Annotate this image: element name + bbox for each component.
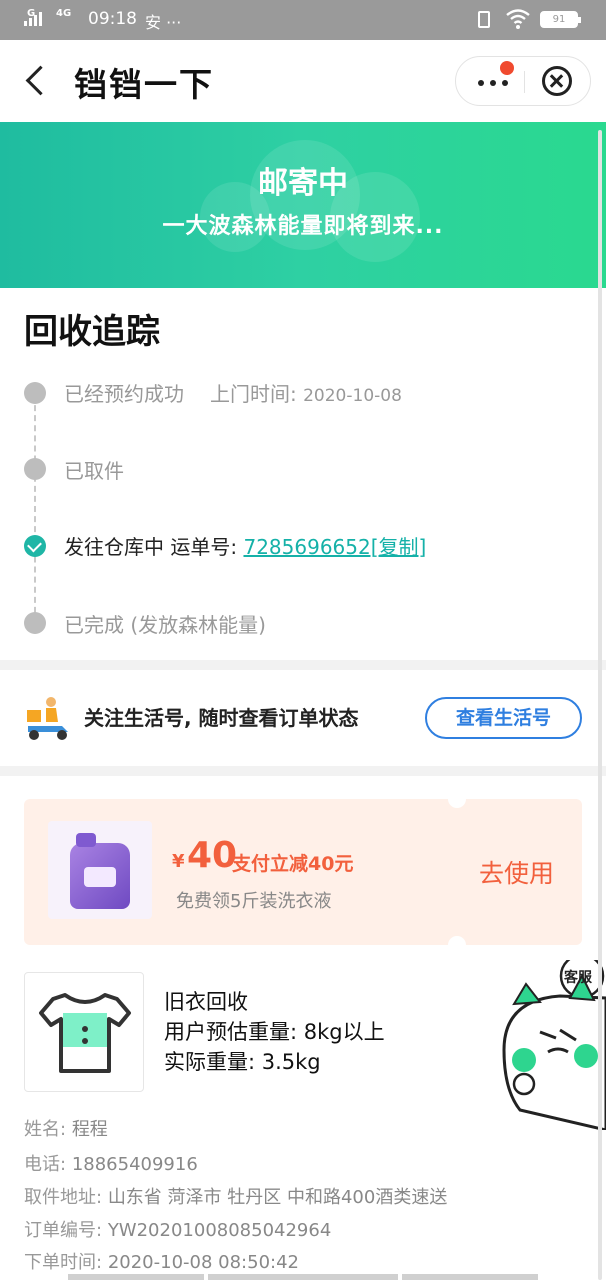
coupon-notch [448,936,466,954]
tracking-number-link[interactable]: 7285696652[复制] [243,535,426,559]
check-icon [24,535,46,557]
use-coupon-button[interactable]: 去使用 [479,854,554,890]
order-phone-label: 电话: [24,1154,67,1175]
timeline-dot [24,612,46,634]
order-address-label: 取件地址: [24,1187,103,1208]
pickup-time-value: 2020-10-08 [303,386,402,406]
detergent-bottle-icon [70,833,130,909]
timeline-step-booked: 已经预约成功 上门时间: 2020-10-08 [64,378,402,407]
follow-hint: 关注生活号, 随时查看订单状态 [84,706,359,730]
detergent-image [48,821,152,919]
coupon-card[interactable]: ¥ 40 支付立减40元 免费领5斤装洗衣液 去使用 [24,790,582,954]
order-number-row: 订单编号: YW2020100808504​2964 [24,1216,331,1242]
status-extra: 安 ··· [145,13,182,32]
status-banner: 邮寄中 一大波森林能量即将到来... [0,122,606,288]
order-number-label: 订单编号: [24,1220,103,1241]
order-time-label: 下单时间: [24,1252,103,1273]
pickup-time-label: 上门时间: [210,382,297,406]
coupon-amount: 40 [187,835,238,876]
status-bar: G 4G 09:18 安 ··· 91 [0,0,606,40]
coupon-notch [448,790,466,808]
customer-service-label: 客服 [564,970,592,986]
customer-service-button[interactable]: 客服 [500,953,606,1132]
order-number-value: YW2020100808504​2964 [107,1220,332,1241]
step-label: 发往仓库中 运单号: [64,535,238,559]
order-address-row: 取件地址: 山东省 菏泽市 牡丹区 中和路400酒类速送 [24,1183,447,1209]
order-name-label: 姓名: [24,1119,67,1140]
coupon-rule: 支付立减40元 [232,853,354,875]
menu-capsule [455,56,591,106]
wifi-icon [506,9,530,29]
coupon-currency: ¥ [172,851,185,872]
network-type-2: 4G [56,8,72,19]
timeline-step-picked: 已取件 [64,459,124,483]
tracking-title: 回收追踪 [24,312,160,352]
back-arrow-icon[interactable] [22,60,52,100]
order-time-row: 下单时间: 2020-10-08 08:50:42 [24,1248,299,1274]
banner-subtitle: 一大波森林能量即将到来... [162,214,444,239]
order-name-row: 姓名: 程程 [24,1115,108,1141]
timeline-step-done: 已完成 (发放森林能量) [64,613,266,637]
order-time-value: 2020-10-08 08:50:42 [107,1252,299,1273]
coupon-description: 免费领5斤装洗衣液 [176,891,332,912]
timeline-step-shipping: 发往仓库中 运单号: 7285696652[复制] [64,531,426,560]
order-phone-row: 电话: 18865409916 [24,1150,198,1176]
capsule-divider [524,71,525,93]
item-thumbnail [24,972,144,1092]
battery-icon: 91 [540,11,581,28]
vibrate-icon [478,11,490,28]
order-address-value: 山东省 菏泽市 牡丹区 中和路400酒类速送 [107,1187,448,1208]
section-divider [0,660,606,670]
bottom-tab-indicator [402,1274,538,1280]
banner-title: 邮寄中 [258,166,348,201]
timeline-dot [24,382,46,404]
tshirt-icon [39,993,131,1073]
item-actual-weight: 实际重量: 3.5kg [164,1050,321,1074]
bottom-tab-indicator [208,1274,398,1280]
scrollbar[interactable] [598,130,602,1280]
timeline-line [34,395,36,623]
page-title: 铛铛一下 [74,65,214,104]
section-divider [0,766,606,776]
status-time: 09:18 [88,9,137,29]
nav-bar: 铛铛一下 [0,40,606,122]
item-name: 旧衣回收 [164,990,248,1014]
bottom-tab-indicator [68,1274,204,1280]
order-name-value: 程程 [71,1119,108,1140]
order-phone-value: 18865409916 [71,1154,198,1175]
item-estimated-weight: 用户预估重量: 8kg以上 [164,1020,385,1044]
timeline-dot [24,458,46,480]
view-life-account-button[interactable]: 查看生活号 [425,697,582,739]
delivery-scooter-icon [27,697,68,740]
notification-dot [500,61,514,75]
network-type-1: G [27,8,36,19]
close-icon[interactable] [542,66,572,96]
step-label: 已经预约成功 [64,382,184,406]
